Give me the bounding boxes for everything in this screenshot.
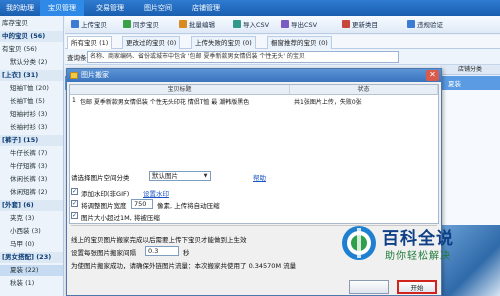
sidebar-item[interactable]: 夏装 (22) [0, 265, 63, 276]
sidebar-item[interactable]: 秋装 (1) [0, 278, 63, 289]
sidebar-item[interactable]: 牛仔长裤 (7) [0, 148, 63, 159]
refresh-icon [342, 20, 350, 28]
migration-note: 线上的宝贝图片搬家完成以后需要上传下宝贝才能做到上生效 [71, 236, 247, 244]
sidebar-item[interactable]: 短袖衬衫 (3) [0, 109, 63, 120]
nav-tab-item-management[interactable]: 宝贝管理 [40, 0, 84, 16]
migration-summary: 为使图片搬家成功，请确保外链图片流量：本次搬家共使用了 0.34570M 流量 [71, 262, 297, 270]
toolbar: 上传宝贝 同步宝贝 批量编辑 导入CSV 导出CSV 更新类目 违规验证 [65, 16, 500, 34]
batch-edit-button[interactable]: 批量编辑 [179, 19, 215, 31]
resize-width-input[interactable]: 750 [131, 199, 153, 209]
nav-tab-trade-management[interactable]: 交易管理 [88, 0, 132, 16]
sidebar-item[interactable]: 长袖T恤 (5) [0, 96, 63, 107]
violation-check-button[interactable]: 违规验证 [407, 19, 443, 31]
selected-row-category: 夏装 [448, 80, 461, 88]
sidebar-group[interactable]: 中的宝贝 (56) [0, 31, 63, 42]
edit-icon [179, 20, 187, 28]
export-csv-button[interactable]: 导出CSV [281, 19, 317, 31]
cancel-button[interactable] [349, 280, 389, 294]
interval-input[interactable]: 0.3 [145, 246, 179, 256]
tab-showcase-items[interactable]: 橱窗推荐的宝贝 (0) [267, 36, 332, 49]
top-navigation-bar: 我的助理 宝贝管理 交易管理 图片空间 店铺管理 [0, 0, 500, 16]
sync-icon [123, 20, 131, 28]
sidebar-item[interactable]: 休闲短裤 (2) [0, 187, 63, 198]
upload-icon [71, 20, 79, 28]
sidebar-item[interactable]: 小西装 (3) [0, 226, 63, 237]
search-bar: 查询条件 名称、商家编码、省份或城市中包含 '包邮 夏季新款男女情侣装 个性无头… [65, 49, 500, 65]
import-csv-button[interactable]: 导入CSV [233, 19, 269, 31]
watermark-checkbox[interactable]: ✓ [71, 188, 78, 195]
sidebar-item[interactable]: 库存宝贝 [0, 18, 63, 29]
watermark-label: 添加水印(非GIF) [81, 190, 130, 198]
watermark-title: 百科全说 [382, 229, 454, 249]
sidebar-item[interactable]: 休闲长裤 (3) [0, 174, 63, 185]
update-category-button[interactable]: 更新类目 [342, 19, 378, 31]
resize-label: 将调整图片宽度 [81, 202, 127, 210]
sync-item-button[interactable]: 同步宝贝 [123, 19, 159, 31]
row-status: 共1张图片上传，失败0张 [294, 99, 362, 106]
start-button[interactable]: 开始 [397, 280, 437, 294]
folder-icon [70, 72, 78, 79]
dialog-title: 图片搬家 [81, 71, 109, 79]
compress-checkbox[interactable]: ✓ [71, 212, 78, 219]
tab-upload-failed-items[interactable]: 上传失败的宝贝 (0) [191, 36, 256, 49]
column-header-status: 状态 [290, 85, 438, 95]
nav-tab-image-space[interactable]: 图片空间 [136, 0, 180, 16]
column-header-title: 宝贝标题 [70, 85, 290, 95]
resize-suffix: 像素, 上传将自动压缩 [157, 202, 220, 210]
sidebar-group[interactable]: [男女搭配] (23) [0, 252, 63, 263]
sidebar-item[interactable]: 有宝贝 (56) [0, 44, 63, 55]
nav-tab-store-management[interactable]: 店铺管理 [184, 0, 228, 16]
watermark-subtitle: 助你轻松解决 [385, 251, 451, 262]
tab-changed-items[interactable]: 更改过的宝贝 (0) [122, 36, 181, 49]
category-sidebar: 库存宝贝中的宝贝 (56) 有宝贝 (56) 默认分类 (2) [上衣] (31) 短袖… [0, 16, 64, 296]
sidebar-item[interactable]: 夹克 (3) [0, 213, 63, 224]
compress-label: 图片大小超过1M, 将被压缩 [81, 214, 160, 222]
store-category-column-header[interactable]: 店铺分类 [440, 65, 500, 75]
category-label: 请选择图片空间分类 [71, 174, 130, 182]
interval-unit: 秒 [183, 249, 190, 257]
baike-logo-icon [342, 226, 376, 260]
item-filter-tabs: 所有宝贝 (1) 更改过的宝贝 (0) 上传失败的宝贝 (0) 橱窗推荐的宝贝 … [65, 35, 500, 49]
help-link[interactable]: 帮助 [253, 172, 266, 182]
upload-item-button[interactable]: 上传宝贝 [71, 19, 107, 31]
dialog-title-bar[interactable]: 图片搬家 ✕ [67, 69, 441, 82]
resize-checkbox[interactable]: ✓ [71, 200, 78, 207]
nav-tab-my-assistant[interactable]: 我的助理 [0, 0, 40, 16]
close-icon[interactable]: ✕ [426, 70, 439, 81]
tab-all-items[interactable]: 所有宝贝 (1) [67, 36, 113, 49]
sidebar-item[interactable]: 短袖T恤 (20) [0, 83, 63, 94]
watermark-settings-link[interactable]: 设置水印 [143, 188, 169, 198]
row-index: 1 [72, 97, 76, 104]
export-icon [281, 20, 289, 28]
image-category-select[interactable]: 默认图片 ▼ [149, 171, 211, 181]
row-item-title[interactable]: 包邮 夏季新款男女情侣装 个性无头印花 情侣T恤 最 潮韩版黑色 [80, 97, 249, 106]
search-input[interactable]: 名称、商家编码、省份或城市中包含 '包邮 夏季新款男女情侣装 个性无头' 的宝贝 [87, 51, 399, 63]
sidebar-item[interactable]: 马甲 (0) [0, 239, 63, 250]
interval-label: 设置每张图片搬家间隔 [71, 249, 136, 257]
sidebar-group[interactable]: [上衣] (31) [0, 70, 63, 81]
sidebar-item[interactable]: 牛仔短裤 (3) [0, 161, 63, 172]
sidebar-group[interactable]: [外套] (6) [0, 200, 63, 211]
check-icon [407, 20, 415, 28]
import-icon [233, 20, 241, 28]
sidebar-item[interactable]: 长袖衬衫 (3) [0, 122, 63, 133]
sidebar-item[interactable]: 默认分类 (2) [0, 57, 63, 68]
sidebar-group[interactable]: [裤子] (15) [0, 135, 63, 146]
chevron-down-icon: ▼ [203, 173, 208, 179]
